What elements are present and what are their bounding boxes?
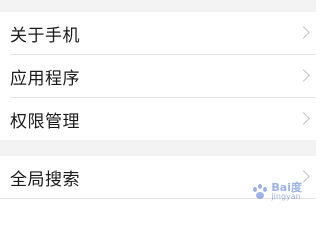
- settings-item-label: 权限管理: [10, 111, 80, 132]
- settings-group-1: 关于手机 应用程序 权限管理: [0, 12, 316, 140]
- baidu-jingyan-watermark: Bai度 jingyan: [252, 182, 302, 201]
- settings-item-label: 应用程序: [10, 68, 80, 89]
- chevron-right-icon: [297, 26, 310, 39]
- chevron-right-icon: [297, 69, 310, 82]
- paw-icon: [252, 183, 268, 200]
- section-gap: [0, 140, 316, 156]
- chevron-right-icon: [297, 112, 310, 125]
- watermark-sub: jingyan: [271, 192, 301, 201]
- settings-item-permissions[interactable]: 权限管理: [0, 98, 316, 140]
- settings-item-label: 关于手机: [10, 25, 80, 46]
- settings-item-label: 全局搜索: [10, 169, 80, 190]
- top-spacer: [0, 0, 316, 12]
- settings-item-about-phone[interactable]: 关于手机: [0, 12, 316, 54]
- settings-item-applications[interactable]: 应用程序: [0, 55, 316, 97]
